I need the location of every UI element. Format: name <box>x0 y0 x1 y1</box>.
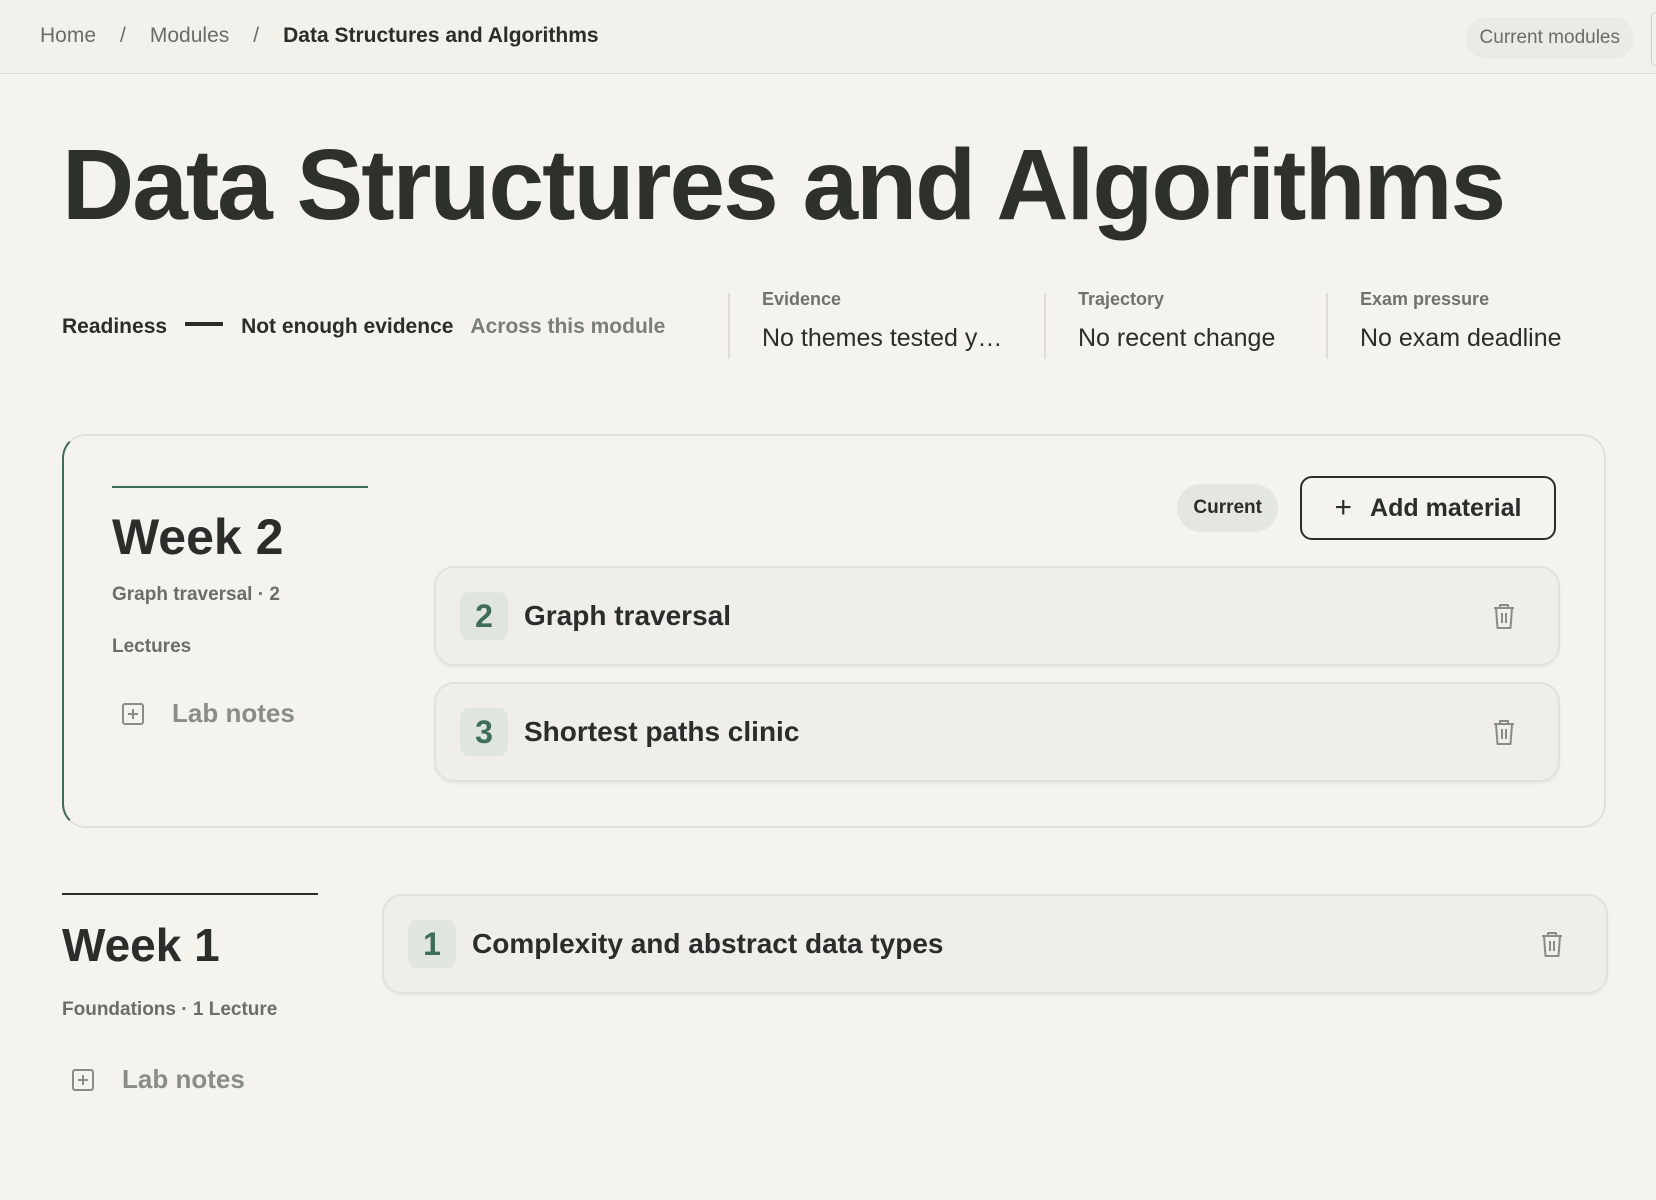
breadcrumb-separator: / <box>120 24 126 47</box>
current-modules-button[interactable]: Current modules <box>1465 17 1634 59</box>
add-material-button[interactable]: + Add material <box>1300 476 1556 540</box>
readiness-summary: Readiness Not enough evidence Across thi… <box>62 315 665 339</box>
lecture-name: Graph traversal <box>524 600 731 631</box>
current-week-badge: Current <box>1177 484 1278 532</box>
trash-icon[interactable] <box>1492 602 1516 630</box>
week-meta: Graph traversal · 2 <box>112 584 280 605</box>
trash-icon[interactable] <box>1540 930 1564 958</box>
lab-notes-label: Lab notes <box>172 698 295 728</box>
readiness-value: Not enough evidence <box>241 315 454 338</box>
lecture-number: 3 <box>460 708 508 756</box>
lab-notes-label: Lab notes <box>122 1064 245 1094</box>
plus-square-icon <box>122 702 144 725</box>
lecture-name: Shortest paths clinic <box>524 716 800 747</box>
plus-square-icon <box>72 1068 94 1091</box>
week-card-week-2: Week 2 Graph traversal · 2 Lectures Lab … <box>62 434 1606 828</box>
divider <box>1044 293 1046 359</box>
add-material-label: Add material <box>1370 493 1522 522</box>
stat-evidence: Evidence No themes tested y… <box>762 289 1002 353</box>
panel-edge-handle[interactable] <box>1651 12 1656 66</box>
breadcrumb: Home / Modules / Data Structures and Alg… <box>40 24 599 48</box>
readiness-label: Readiness <box>62 315 168 338</box>
week-heading-rule <box>112 486 368 488</box>
week-title: Week 1 <box>62 919 220 971</box>
lecture-item[interactable]: 2 Graph traversal <box>434 566 1560 666</box>
breadcrumb-separator: / <box>253 24 260 47</box>
stat-label: Evidence <box>762 289 842 309</box>
readiness-indicator <box>185 322 224 326</box>
week-meta: Foundations · 1 Lecture <box>62 999 278 1020</box>
stat-trajectory: Trajectory No recent change <box>1078 289 1275 353</box>
stat-exam-pressure: Exam pressure No exam deadline <box>1360 289 1562 353</box>
week-meta-lectures: Lectures <box>112 636 192 657</box>
week-title: Week 2 <box>112 509 284 565</box>
stat-label: Exam pressure <box>1360 289 1490 309</box>
readiness-scope: Across this module <box>470 315 666 338</box>
stat-label: Trajectory <box>1078 289 1165 309</box>
add-lab-notes-button[interactable]: Lab notes <box>122 698 295 729</box>
plus-icon: + <box>1334 491 1353 524</box>
lecture-number: 2 <box>460 592 508 640</box>
trash-icon[interactable] <box>1492 718 1516 746</box>
stat-value: No exam deadline <box>1360 324 1562 352</box>
top-bar: Home / Modules / Data Structures and Alg… <box>0 0 1656 74</box>
page-title: Data Structures and Algorithms <box>62 129 1506 241</box>
lecture-item[interactable]: 1 Complexity and abstract data types <box>382 894 1608 994</box>
breadcrumb-home[interactable]: Home <box>40 24 96 48</box>
lecture-number: 1 <box>408 920 456 968</box>
divider <box>1326 293 1328 359</box>
add-lab-notes-button[interactable]: Lab notes <box>72 1064 245 1095</box>
divider <box>728 293 730 359</box>
week-heading-rule <box>62 893 318 895</box>
module-stats: Readiness Not enough evidence Across thi… <box>62 285 1602 365</box>
lecture-item[interactable]: 3 Shortest paths clinic <box>434 682 1560 782</box>
lecture-name: Complexity and abstract data types <box>472 928 944 959</box>
breadcrumb-modules[interactable]: Modules <box>150 24 229 48</box>
stat-value: No recent change <box>1078 324 1276 352</box>
stat-value: No themes tested y… <box>762 324 1003 352</box>
breadcrumb-current: Data Structures and Algorithms <box>283 24 599 47</box>
